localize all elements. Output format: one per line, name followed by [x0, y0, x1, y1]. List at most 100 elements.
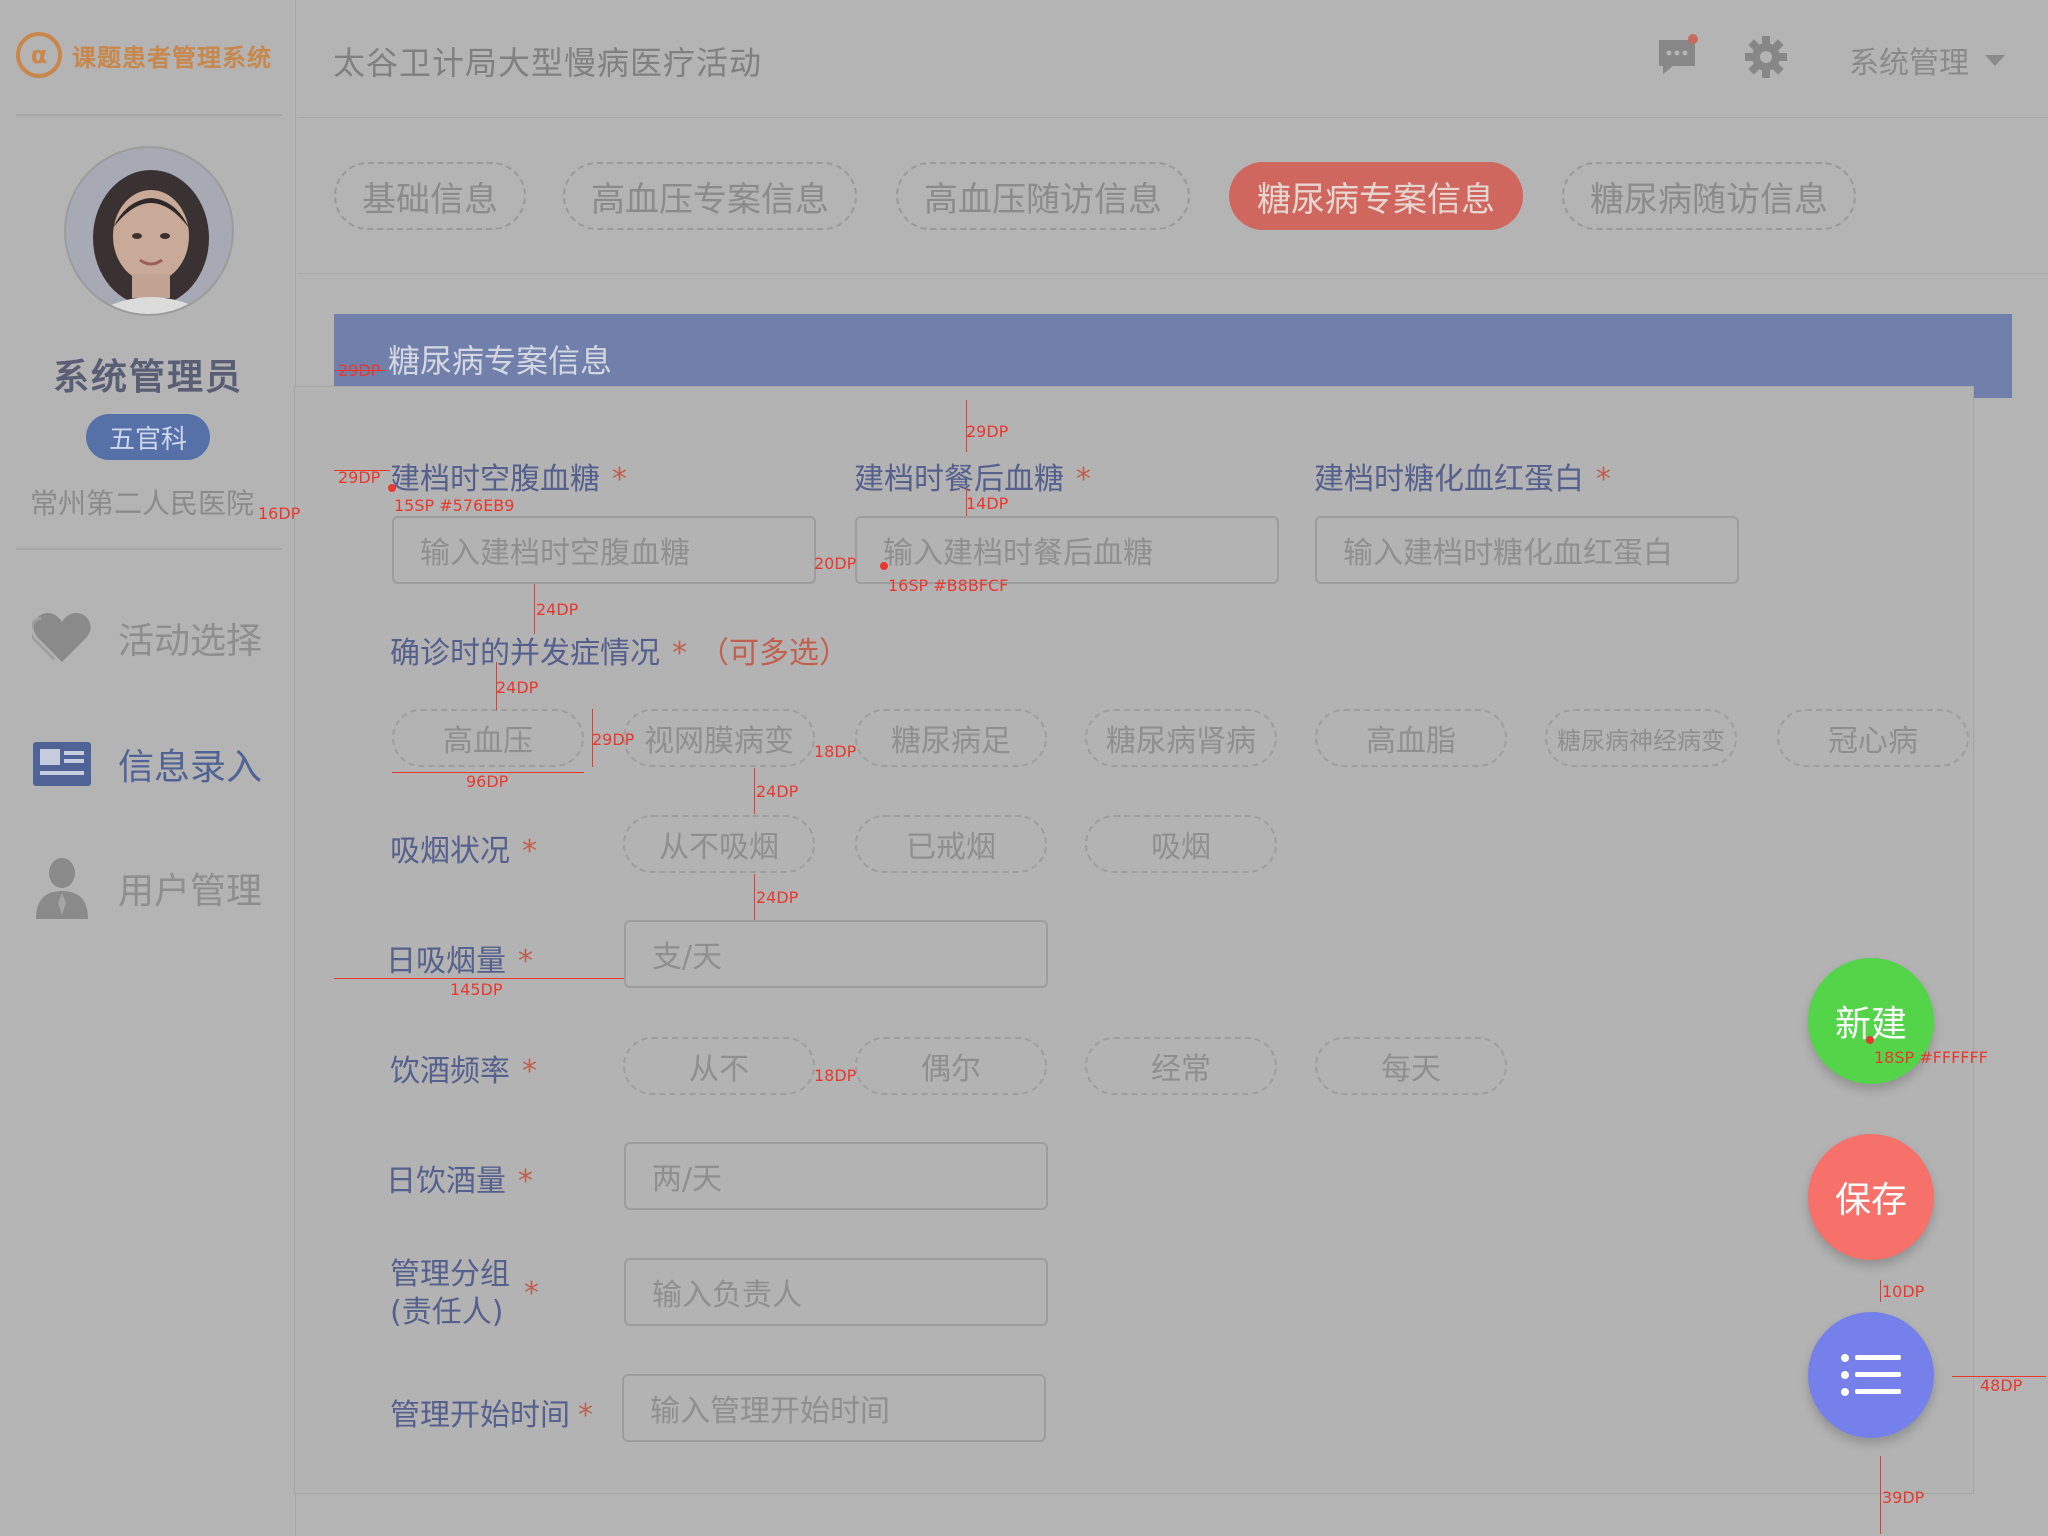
chip-smoking[interactable]: 吸烟: [1085, 815, 1277, 873]
spec-label: 29DP: [592, 730, 635, 749]
notification-dot: [1688, 34, 1698, 44]
chip-diabetic-foot[interactable]: 糖尿病足: [855, 709, 1047, 767]
top-header: 太谷卫计局大型慢病医疗活动 系统管理: [297, 0, 2048, 118]
management-group-label: 管理分组 (责任人): [390, 1257, 510, 1330]
tab-basic-info[interactable]: 基础信息: [334, 162, 526, 230]
spec-dot: [388, 484, 396, 492]
chip-coronary-heart-disease[interactable]: 冠心病: [1777, 709, 1969, 767]
tab-diabetes-case[interactable]: 糖尿病专案信息: [1229, 162, 1523, 230]
fasting-glucose-input[interactable]: 输入建档时空腹血糖: [392, 516, 816, 584]
nav-label: 信息录入: [118, 747, 263, 788]
chip-quit-smoking[interactable]: 已戒烟: [855, 815, 1047, 873]
list-button[interactable]: [1808, 1312, 1934, 1438]
nav-item-info-entry[interactable]: 信息录入: [32, 734, 262, 794]
spec-label: 48DP: [1980, 1376, 2023, 1395]
page-title: 太谷卫计局大型慢病医疗活动: [333, 44, 763, 82]
chevron-down-icon: [1985, 54, 2005, 66]
management-start-time-input[interactable]: 输入管理开始时间: [622, 1374, 1046, 1442]
spec-label: 96DP: [466, 772, 509, 791]
spec-label: 10DP: [1882, 1282, 1925, 1301]
department-badge: 五官科: [86, 414, 210, 460]
management-start-time-label: 管理开始时间 *: [390, 1398, 593, 1433]
avatar-image: [66, 148, 232, 314]
chip-hyperlipidemia[interactable]: 高血脂: [1315, 709, 1507, 767]
spec-line: [1880, 1280, 1881, 1302]
complications-label: 确诊时的并发症情况 * （可多选）: [390, 636, 849, 671]
spec-label: 24DP: [756, 782, 799, 801]
nav-item-activity-select[interactable]: 活动选择: [32, 608, 262, 668]
spec-label: 18DP: [814, 1066, 857, 1085]
nav-label: 用户管理: [118, 871, 263, 912]
nav-item-user-management[interactable]: 用户管理: [32, 858, 263, 919]
brand: α 课题患者管理系统: [16, 32, 272, 78]
tab-diabetes-followup[interactable]: 糖尿病随访信息: [1562, 162, 1856, 230]
spec-label: 24DP: [536, 600, 579, 619]
user-icon: [32, 858, 92, 919]
spec-label: 14DP: [966, 494, 1009, 513]
brand-name: 课题患者管理系统: [72, 43, 272, 72]
section-title: 糖尿病专案信息: [388, 342, 613, 380]
tab-bar: 基础信息 高血压专案信息 高血压随访信息 糖尿病专案信息 糖尿病随访信息: [297, 118, 2048, 274]
sidebar-divider: [16, 548, 282, 550]
spec-label: 15SP #576EB9: [394, 496, 515, 515]
hba1c-input[interactable]: 输入建档时糖化血红蛋白: [1315, 516, 1739, 584]
multi-select-hint: （可多选）: [699, 636, 849, 671]
spec-line: [534, 584, 535, 634]
hba1c-label: 建档时糖化血红蛋白 *: [1314, 462, 1611, 497]
tab-hypertension-case[interactable]: 高血压专案信息: [563, 162, 857, 230]
spec-dot: [880, 562, 888, 570]
responsible-person-input[interactable]: 输入负责人: [624, 1258, 1048, 1326]
user-name: 系统管理员: [52, 357, 243, 398]
spec-label: 24DP: [496, 678, 539, 697]
spec-line: [1880, 1456, 1881, 1534]
spec-label: 20DP: [814, 554, 857, 573]
spec-label: 29DP: [966, 422, 1009, 441]
save-button[interactable]: 保存: [1808, 1134, 1934, 1260]
smoking-status-label: 吸烟状况 *: [390, 834, 537, 869]
chip-hypertension[interactable]: 高血压: [392, 709, 584, 767]
daily-smoking-input[interactable]: 支/天: [624, 920, 1048, 988]
spec-line: [754, 768, 755, 814]
gear-icon[interactable]: [1745, 36, 1787, 78]
avatar[interactable]: [64, 146, 234, 316]
spec-line: [754, 874, 755, 920]
spec-line: [334, 978, 624, 979]
daily-smoking-label: 日吸烟量 *: [386, 944, 533, 979]
chip-diabetic-neuropathy[interactable]: 糖尿病神经病变: [1545, 709, 1737, 767]
heart-icon: [32, 608, 92, 668]
chip-never[interactable]: 从不: [623, 1037, 815, 1095]
spec-label: 29DP: [338, 468, 381, 487]
spec-label: 29DP: [338, 361, 381, 380]
spec-label: 16DP: [258, 504, 301, 523]
app-logo-icon: α: [16, 32, 62, 78]
admin-menu-label: 系统管理: [1849, 46, 1969, 81]
nav-label: 活动选择: [118, 621, 263, 662]
postprandial-glucose-label: 建档时餐后血糖 *: [854, 462, 1091, 497]
spec-label: 39DP: [1882, 1488, 1925, 1507]
chip-diabetic-nephropathy[interactable]: 糖尿病肾病: [1085, 709, 1277, 767]
management-group-required: *: [524, 1276, 539, 1311]
postprandial-glucose-input[interactable]: 输入建档时餐后血糖: [855, 516, 1279, 584]
chip-daily[interactable]: 每天: [1315, 1037, 1507, 1095]
spec-label: 16SP #B8BFCF: [888, 576, 1009, 595]
list-icon: [1841, 1354, 1901, 1396]
spec-label: 18SP #FFFFFF: [1874, 1048, 1988, 1067]
daily-drinking-input[interactable]: 两/天: [624, 1142, 1048, 1210]
spec-dot: [1866, 1036, 1874, 1044]
spec-label: 145DP: [450, 980, 503, 999]
daily-drinking-label: 日饮酒量 *: [386, 1164, 533, 1199]
fasting-glucose-label: 建档时空腹血糖 *: [390, 462, 627, 497]
sidebar: α 课题患者管理系统 系统管理员 五官科 常州第二人民医院 活动选择 信息录入 …: [0, 0, 296, 1536]
tab-hypertension-followup[interactable]: 高血压随访信息: [896, 162, 1190, 230]
sidebar-divider: [16, 114, 282, 116]
chip-occasionally[interactable]: 偶尔: [855, 1037, 1047, 1095]
spec-label: 24DP: [756, 888, 799, 907]
chip-often[interactable]: 经常: [1085, 1037, 1277, 1095]
hospital-name: 常州第二人民医院: [30, 487, 255, 520]
admin-menu[interactable]: 系统管理: [1849, 38, 2005, 82]
drinking-frequency-label: 饮酒频率 *: [390, 1054, 537, 1089]
chip-never-smoked[interactable]: 从不吸烟: [623, 815, 815, 873]
chip-retinopathy[interactable]: 视网膜病变: [623, 709, 815, 767]
id-card-icon: [32, 734, 92, 794]
spec-label: 18DP: [814, 742, 857, 761]
